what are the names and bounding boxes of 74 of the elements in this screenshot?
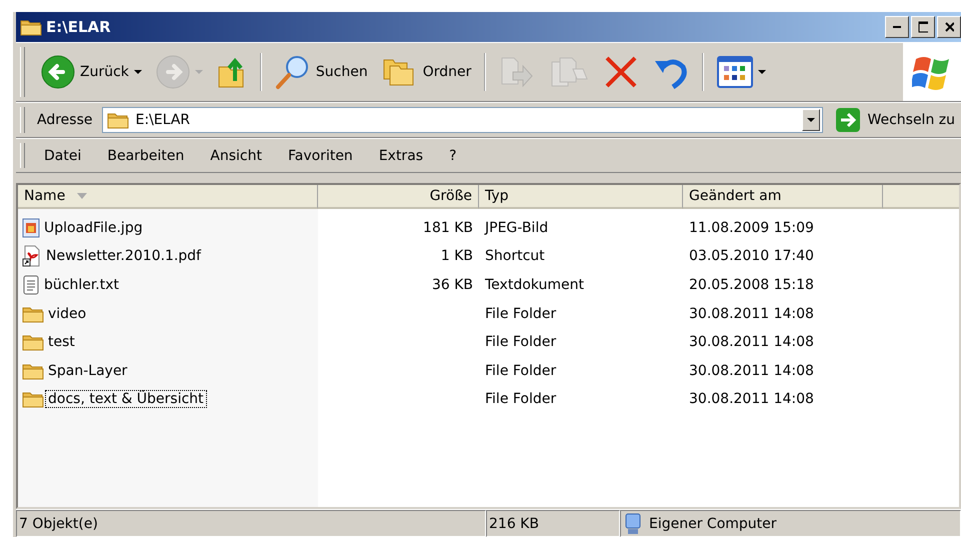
back-button[interactable]: Zurück [37,50,146,94]
folder-icon [22,362,44,380]
file-name: Newsletter.2010.1.pdf [45,248,202,264]
size-cell-text: 36 KB [430,276,474,296]
type-cell-text: JPEG-Bild [483,218,550,238]
address-field[interactable]: E:\ELAR [102,107,824,133]
menu-item[interactable]: Ansicht [197,146,275,166]
size-cell-text: 1 KB [440,247,474,266]
file-name-cell[interactable]: docs, text & Übersicht [18,385,318,414]
column-header[interactable]: Geändert am [683,185,883,209]
delete-icon [603,55,640,89]
dropdown-button[interactable] [802,109,820,131]
minimize-icon [893,26,901,28]
menu-item[interactable]: ? [436,146,470,166]
file-name-cell[interactable]: test [18,328,318,357]
maximize-button[interactable] [911,16,935,38]
date-cell-text: 30.08.2011 14:08 [688,362,815,381]
column-header[interactable]: Typ [479,185,683,209]
text-file-icon [22,275,40,296]
folder-icon [22,304,44,323]
file-name: test [47,334,76,350]
date-cell-text: 03.05.2010 17:40 [688,247,815,266]
address-label: Adresse [37,112,94,128]
move-to-icon [499,55,536,89]
copy-to-icon [549,55,590,89]
date-cell-text: 30.08.2011 14:08 [688,304,815,324]
column-header[interactable]: Name [18,185,318,209]
views-icon [717,56,754,88]
computer-icon [623,512,643,534]
file-name: video [47,306,88,322]
window-title: E:\ELAR [46,18,112,36]
date-cell-text: 30.08.2011 14:08 [688,390,815,410]
file-name-cell[interactable]: video [18,299,318,328]
menu-item[interactable]: Bearbeiten [94,146,198,166]
status-zone: Eigener Computer [649,516,777,532]
file-name: UploadFile.jpg [43,220,144,236]
file-name-cell[interactable]: Span-Layer [18,356,318,386]
size-cell-text: 181 KB [422,218,474,238]
minimize-button[interactable] [885,16,909,38]
status-size: 216 KB [486,510,620,537]
file-name: büchler.txt [43,277,120,294]
menu-item[interactable]: Extras [366,146,436,166]
close-icon [944,21,954,33]
date-cell-text: 30.08.2011 14:08 [688,333,815,352]
image-file-icon [22,218,40,238]
status-count: 7 Objekt(e) [16,510,486,537]
date-cell-text: 20.05.2008 15:18 [688,276,815,296]
type-cell-text: File Folder [484,304,558,324]
menu-item[interactable]: Datei [31,146,94,166]
menu-item[interactable]: Favoriten [274,146,366,166]
type-cell-text: File Folder [484,333,558,352]
type-cell-text: File Folder [484,390,558,410]
date-cell-text: 11.08.2009 15:09 [688,218,815,238]
file-name-cell[interactable]: büchler.txt [18,270,318,300]
folder-icon [22,390,44,408]
sort-icon [77,193,88,199]
type-cell-text: Textdokument [484,276,585,296]
pdf-file-icon [22,245,42,268]
folder-icon [107,111,130,129]
folder-icon [20,18,42,36]
file-name: docs, text & Übersicht [46,391,206,408]
close-button[interactable] [937,16,961,38]
folder-icon [22,333,44,352]
type-cell-text: Shortcut [484,247,546,266]
type-cell-text: File Folder [484,362,558,381]
file-name-cell[interactable]: UploadFile.jpg [18,214,318,242]
file-name: Span-Layer [47,362,128,379]
maximize-icon [918,21,928,33]
column-header[interactable]: Größe [318,185,479,209]
search-icon [274,54,311,90]
folders-button[interactable]: Ordner [378,50,476,94]
go-button[interactable]: Wechseln zu [829,107,961,133]
file-name-cell[interactable]: Newsletter.2010.1.pdf [18,242,318,271]
search-button[interactable]: Suchen [270,50,372,94]
